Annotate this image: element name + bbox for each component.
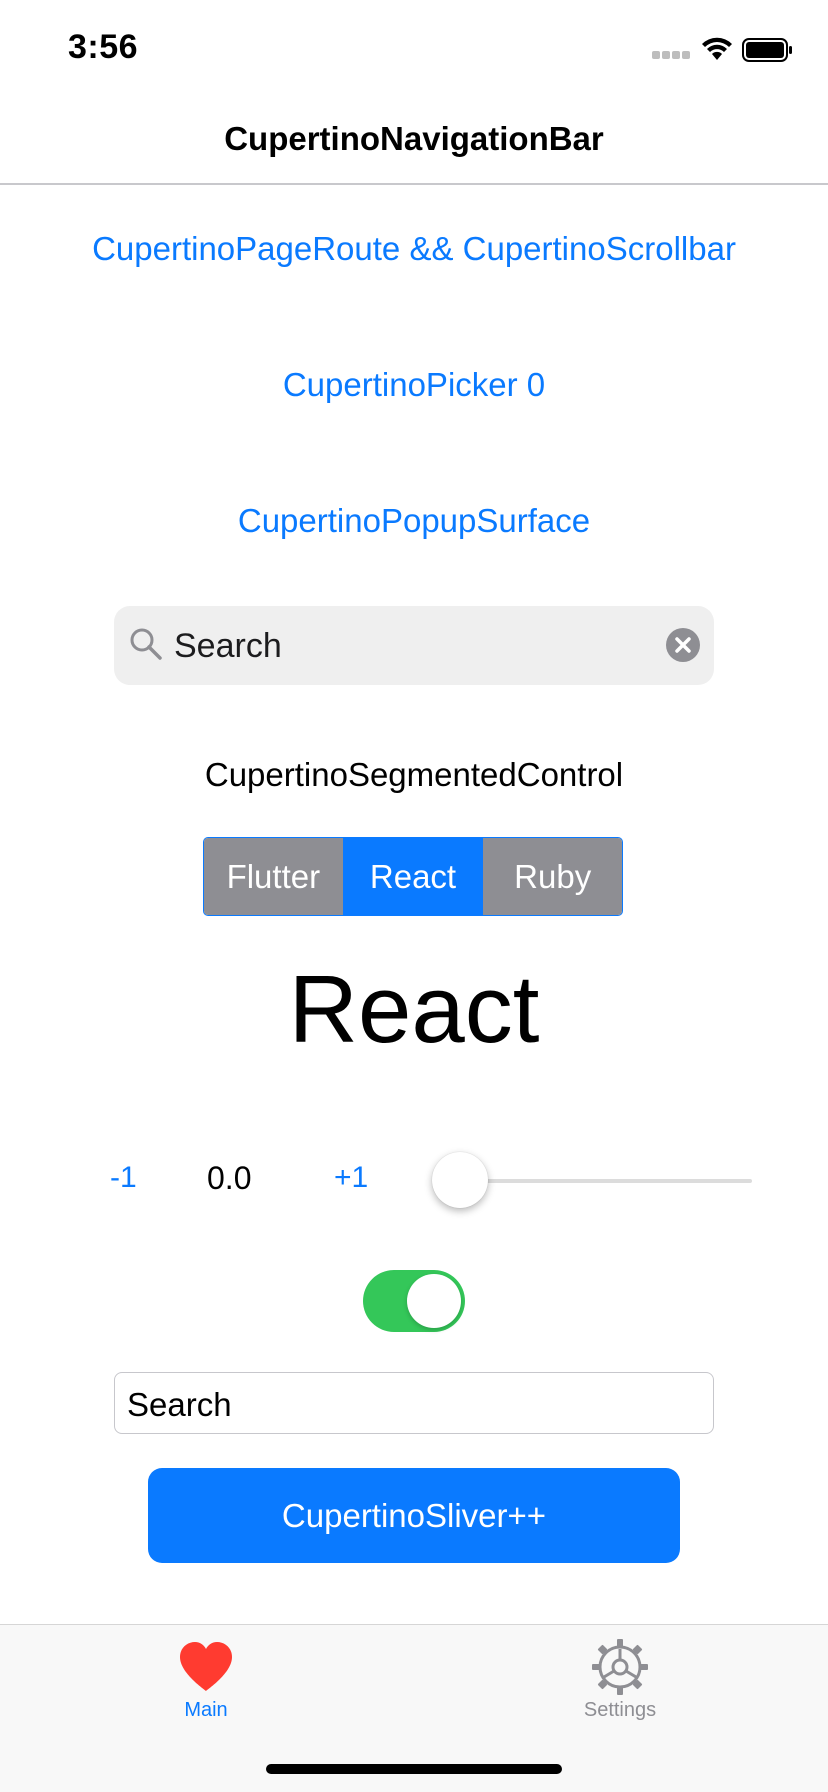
popup-surface-button[interactable]: CupertinoPopupSurface (0, 502, 828, 540)
text-field-value[interactable]: Search (127, 1386, 232, 1424)
gear-icon (592, 1639, 648, 1695)
battery-icon (742, 38, 792, 62)
home-indicator[interactable] (266, 1764, 562, 1774)
search-input[interactable]: Search (174, 627, 282, 666)
tab-settings[interactable]: Settings (560, 1629, 680, 1729)
navigation-bar: CupertinoNavigationBar (0, 96, 828, 185)
switch-knob (407, 1274, 461, 1328)
tab-main[interactable]: Main (146, 1629, 266, 1729)
heart-icon (180, 1642, 232, 1691)
segment-flutter[interactable]: Flutter (204, 838, 343, 915)
status-time: 3:56 (68, 28, 139, 66)
segment-react[interactable]: React (342, 838, 483, 915)
segment-ruby[interactable]: Ruby (482, 838, 622, 915)
app-screen: 3:56 CupertinoNavigationBar CupertinoPag… (0, 0, 828, 1792)
wifi-icon (702, 37, 732, 60)
slider-track[interactable] (460, 1179, 752, 1183)
segmented-control-label: CupertinoSegmentedControl (204, 756, 624, 793)
toggle-switch[interactable] (363, 1270, 465, 1332)
slider-value-label: 0.0 (207, 1160, 252, 1196)
signal-icon (652, 51, 692, 61)
status-bar: 3:56 (0, 0, 828, 96)
search-field[interactable]: Search (114, 606, 714, 685)
increment-button[interactable]: +1 (334, 1161, 368, 1195)
page-route-button[interactable]: CupertinoPageRoute && CupertinoScrollbar (0, 230, 828, 268)
tab-label: Main (184, 1699, 228, 1721)
nav-title: CupertinoNavigationBar (224, 120, 604, 157)
decrement-button[interactable]: -1 (110, 1161, 137, 1195)
tab-label: Settings (583, 1699, 657, 1721)
sliver-button[interactable]: CupertinoSliver++ (148, 1468, 680, 1563)
search-icon (130, 628, 162, 660)
segmented-control: Flutter React Ruby (203, 837, 623, 916)
text-field[interactable]: Search (114, 1372, 714, 1434)
picker-button[interactable]: CupertinoPicker 0 (0, 366, 828, 404)
close-circle-icon[interactable] (666, 628, 700, 662)
selected-segment-text: React (288, 956, 540, 1063)
slider-thumb[interactable] (432, 1152, 488, 1208)
